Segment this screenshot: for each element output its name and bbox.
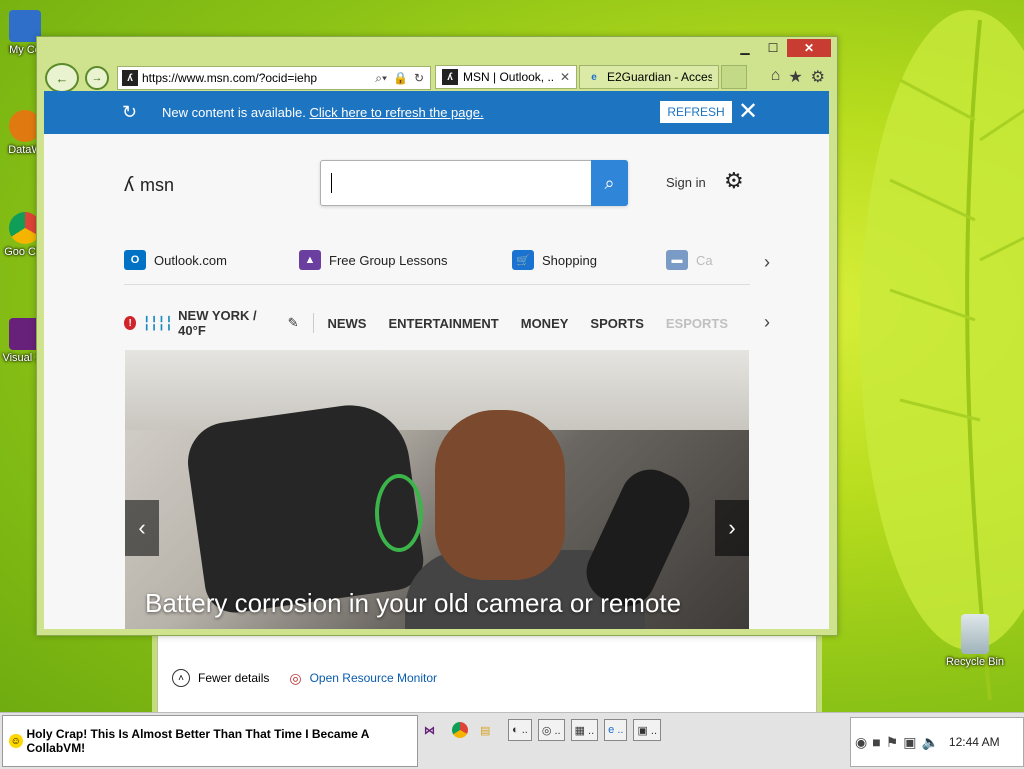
hero-image-person (435, 410, 565, 580)
chevron-up-icon[interactable]: ˄ (172, 669, 190, 687)
forward-button[interactable]: → (85, 66, 109, 90)
nav-money[interactable]: MONEY (521, 316, 569, 331)
browser-tools: ⌂ ★ ⚙ (771, 67, 825, 87)
favorites-star-icon[interactable]: ★ (788, 67, 802, 87)
carousel-next-chevron-icon[interactable]: › (715, 500, 749, 556)
system-tray: ◉ ■ ⚑ ▣ 🔈 12:44 AM (850, 717, 1024, 767)
navigation-bar: ← → ʎ https://www.msn.com/?ocid=iehp ⌕▾ … (45, 63, 829, 93)
resource-monitor-icon: ◎ (289, 669, 302, 686)
notification-message: New content is available. Click here to … (162, 105, 484, 120)
window-close-button[interactable]: ✕ (787, 39, 831, 57)
clock[interactable]: 12:44 AM (949, 735, 1000, 749)
refresh-page-link[interactable]: Click here to refresh the page. (309, 105, 483, 120)
hero-headline[interactable]: Battery corrosion in your old camera or … (145, 588, 681, 619)
weather-widget[interactable]: ! ╎╎╎╎ NEW YORK / 40°F ✎ (124, 308, 299, 338)
address-tools: ⌕▾ 🔒 ↻ (375, 71, 430, 86)
shopping-cart-icon: 🛒 (512, 250, 534, 270)
nav-news[interactable]: NEWS (327, 316, 366, 331)
quick-link-shopping[interactable]: 🛒 Shopping (512, 250, 597, 270)
new-tab-button[interactable] (721, 65, 747, 89)
close-tab-icon[interactable]: ✕ (560, 70, 570, 84)
msn-page: ʎ msn ⌕ Sign in ⚙ O Outlook.com ▲ Free G… (44, 134, 829, 629)
flag-icon[interactable]: ⚑ (886, 734, 899, 751)
address-text: https://www.msn.com/?ocid=iehp (142, 71, 318, 85)
browser-content: ↻ New content is available. Click here t… (44, 91, 829, 629)
search-button[interactable]: ⌕ (591, 160, 628, 206)
refresh-icon[interactable]: ↻ (414, 71, 424, 86)
visual-studio-taskbar-icon[interactable]: ⋈ (424, 719, 446, 741)
msn-favicon-icon: ʎ (122, 70, 138, 86)
address-bar[interactable]: ʎ https://www.msn.com/?ocid=iehp ⌕▾ 🔒 ↻ (117, 66, 431, 90)
category-nav: ! ╎╎╎╎ NEW YORK / 40°F ✎ NEWS ENTERTAINM… (124, 308, 750, 338)
taskbar-item-1[interactable]: ◐ .. (508, 719, 532, 741)
maximize-button[interactable]: ☐ (759, 39, 787, 57)
back-button[interactable]: ← (45, 63, 79, 93)
task-manager-footer: ˄ Fewer details ◎ Open Resource Monitor (172, 669, 437, 687)
edit-pencil-icon[interactable]: ✎ (288, 315, 299, 331)
refresh-button[interactable]: REFRESH (660, 101, 732, 123)
sign-in-link[interactable]: Sign in (666, 175, 706, 190)
gear-icon[interactable]: ⚙ (724, 168, 744, 194)
car-icon: ▬ (666, 250, 688, 270)
graduation-cap-icon: ▲ (299, 250, 321, 270)
hero-image-green-ring (375, 474, 423, 552)
text-caret (331, 173, 332, 193)
quick-links-next-chevron-icon[interactable]: › (764, 252, 770, 273)
taskbar: ☺ Holy Crap! This Is Almost Better Than … (0, 712, 1024, 769)
open-resource-monitor-link[interactable]: Open Resource Monitor (310, 671, 437, 685)
weather-alert-icon: ! (124, 316, 137, 330)
taskbar-item-2[interactable]: ◎ .. (537, 719, 565, 741)
collabvm-title-box: ☺ Holy Crap! This Is Almost Better Than … (2, 715, 418, 767)
nav-entertainment[interactable]: ENTERTAINMENT (388, 316, 498, 331)
outlook-icon: O (124, 250, 146, 270)
rain-icon: ╎╎╎╎ (142, 314, 173, 331)
quick-link-free-group-lessons[interactable]: ▲ Free Group Lessons (299, 250, 448, 270)
lock-icon[interactable]: 🔒 (393, 71, 408, 86)
chrome-taskbar-icon[interactable] (452, 719, 474, 741)
window-caption-buttons: ▁ ☐ ✕ (731, 39, 831, 57)
browser-window: ▁ ☐ ✕ ← → ʎ https://www.msn.com/?ocid=ie… (36, 36, 838, 636)
tab-e2guardian[interactable]: e E2Guardian - Acces... (579, 65, 719, 89)
msn-logo[interactable]: ʎ msn (124, 174, 174, 197)
tray-icons: ◉ ■ ⚑ ▣ 🔈 (851, 734, 939, 751)
search-dropdown-icon[interactable]: ⌕▾ (375, 71, 387, 86)
steam-icon[interactable]: ◉ (855, 734, 867, 751)
close-notification-icon[interactable]: ✕ (738, 97, 758, 126)
quick-link-outlook[interactable]: O Outlook.com (124, 250, 227, 270)
ie-tab-icon: e (591, 71, 597, 83)
stop-icon[interactable]: ■ (872, 734, 880, 751)
recycle-bin-icon (961, 614, 989, 654)
volume-icon[interactable]: 🔈 (921, 734, 938, 751)
nav-sports[interactable]: SPORTS (590, 316, 643, 331)
search-icon: ⌕ (604, 172, 615, 193)
settings-gear-icon[interactable]: ⚙ (811, 67, 825, 87)
taskbar-item-cmd[interactable]: ▣ .. (633, 719, 662, 741)
carousel-prev-chevron-icon[interactable]: ‹ (125, 500, 159, 556)
taskbar-item-3[interactable]: ▦ .. (570, 719, 599, 741)
desktop-icon-recycle-bin[interactable]: Recycle Bin (944, 614, 1006, 668)
hero-image-background (125, 350, 749, 430)
quick-link-cars[interactable]: ▬ Ca (666, 250, 713, 270)
categories-next-chevron-icon[interactable]: › (764, 312, 770, 333)
taskbar-item-ie[interactable]: e .. (604, 719, 628, 741)
network-icon[interactable]: ▣ (903, 734, 916, 751)
quick-links-bar: O Outlook.com ▲ Free Group Lessons 🛒 Sho… (124, 244, 770, 285)
folder-taskbar-icon[interactable]: ▤ (480, 719, 502, 741)
refresh-notification-bar: ↻ New content is available. Click here t… (44, 91, 829, 134)
fewer-details-button[interactable]: Fewer details (198, 671, 269, 685)
tab-msn[interactable]: ʎ MSN | Outlook, ... ✕ (435, 65, 577, 89)
search-input[interactable]: ⌕ (320, 160, 628, 206)
minimize-button[interactable]: ▁ (731, 39, 759, 57)
nav-esports[interactable]: ESPORTS (666, 316, 728, 331)
butterfly-icon: ʎ (124, 174, 134, 196)
smiley-icon: ☺ (9, 734, 23, 748)
home-icon[interactable]: ⌂ (771, 67, 781, 87)
divider (312, 313, 314, 333)
taskbar-apps: ⋈ ▤ ◐ .. ◎ .. ▦ .. e .. ▣ .. (424, 719, 662, 741)
hero-carousel[interactable]: ‹ › Battery corrosion in your old camera… (125, 350, 749, 629)
refresh-circle-icon: ↻ (122, 102, 138, 122)
desktop-wallpaper-leaf (840, 0, 1024, 720)
msn-tab-icon: ʎ (442, 69, 458, 85)
